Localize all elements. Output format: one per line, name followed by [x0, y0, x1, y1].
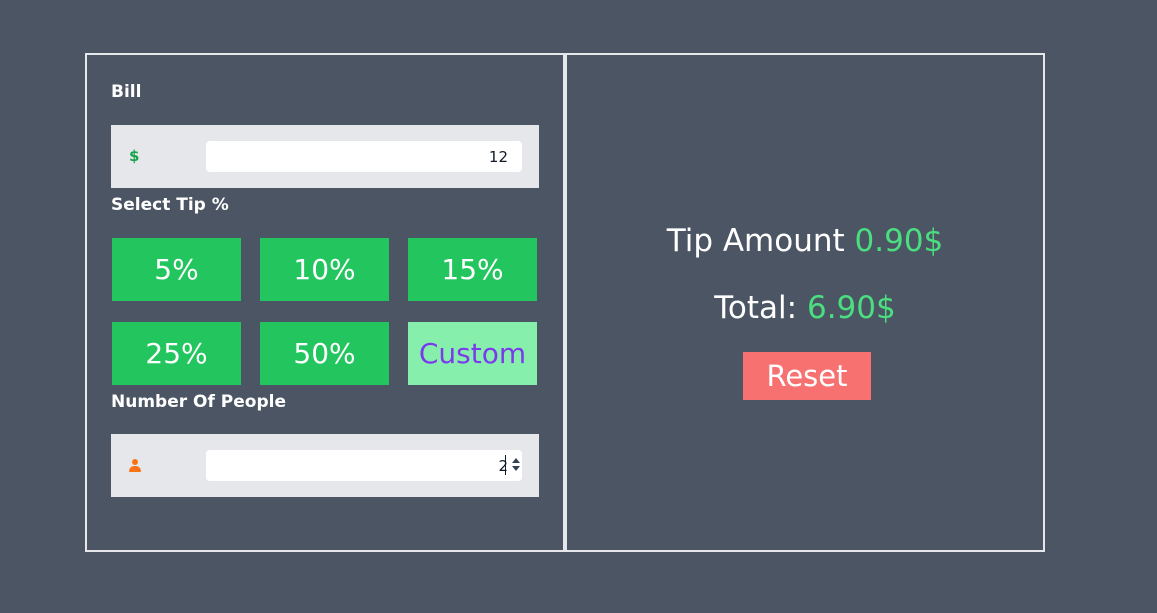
tip-5-button[interactable]: 5% — [112, 238, 241, 301]
stepper-up-icon[interactable] — [512, 458, 520, 463]
tip-50-button[interactable]: 50% — [260, 322, 389, 385]
stepper-down-icon[interactable] — [512, 466, 520, 471]
tip-calculator: Bill $ Select Tip % 5% 10% 15% 25% 50% C… — [85, 53, 1045, 552]
bill-input[interactable] — [206, 141, 522, 172]
reset-button[interactable]: Reset — [743, 352, 871, 400]
total-value: 6.90$ — [806, 290, 896, 326]
people-field — [111, 434, 539, 497]
result-panel: Tip Amount 0.90$ Total: 6.90$ Reset — [565, 53, 1045, 552]
text-caret — [505, 455, 506, 475]
tip-10-button[interactable]: 10% — [260, 238, 389, 301]
custom-tip-button[interactable]: Custom — [408, 322, 537, 385]
tip-amount-row: Tip Amount 0.90$ — [567, 223, 1043, 259]
tip-options: 5% 10% 15% 25% 50% Custom — [112, 238, 540, 385]
tip-25-button[interactable]: 25% — [112, 322, 241, 385]
input-panel: Bill $ Select Tip % 5% 10% 15% 25% 50% C… — [85, 53, 565, 552]
bill-label: Bill — [111, 82, 142, 102]
total-row: Total: 6.90$ — [567, 290, 1043, 326]
tip-amount-value: 0.90$ — [854, 223, 944, 259]
select-tip-label: Select Tip % — [111, 195, 229, 215]
tip-amount-label: Tip Amount — [666, 223, 845, 259]
person-icon — [129, 459, 141, 472]
tip-15-button[interactable]: 15% — [408, 238, 537, 301]
people-input[interactable] — [206, 450, 522, 481]
bill-field: $ — [111, 125, 539, 188]
total-label: Total: — [714, 290, 798, 326]
number-of-people-label: Number Of People — [111, 392, 287, 412]
number-stepper[interactable] — [512, 456, 520, 474]
dollar-icon: $ — [129, 147, 140, 165]
